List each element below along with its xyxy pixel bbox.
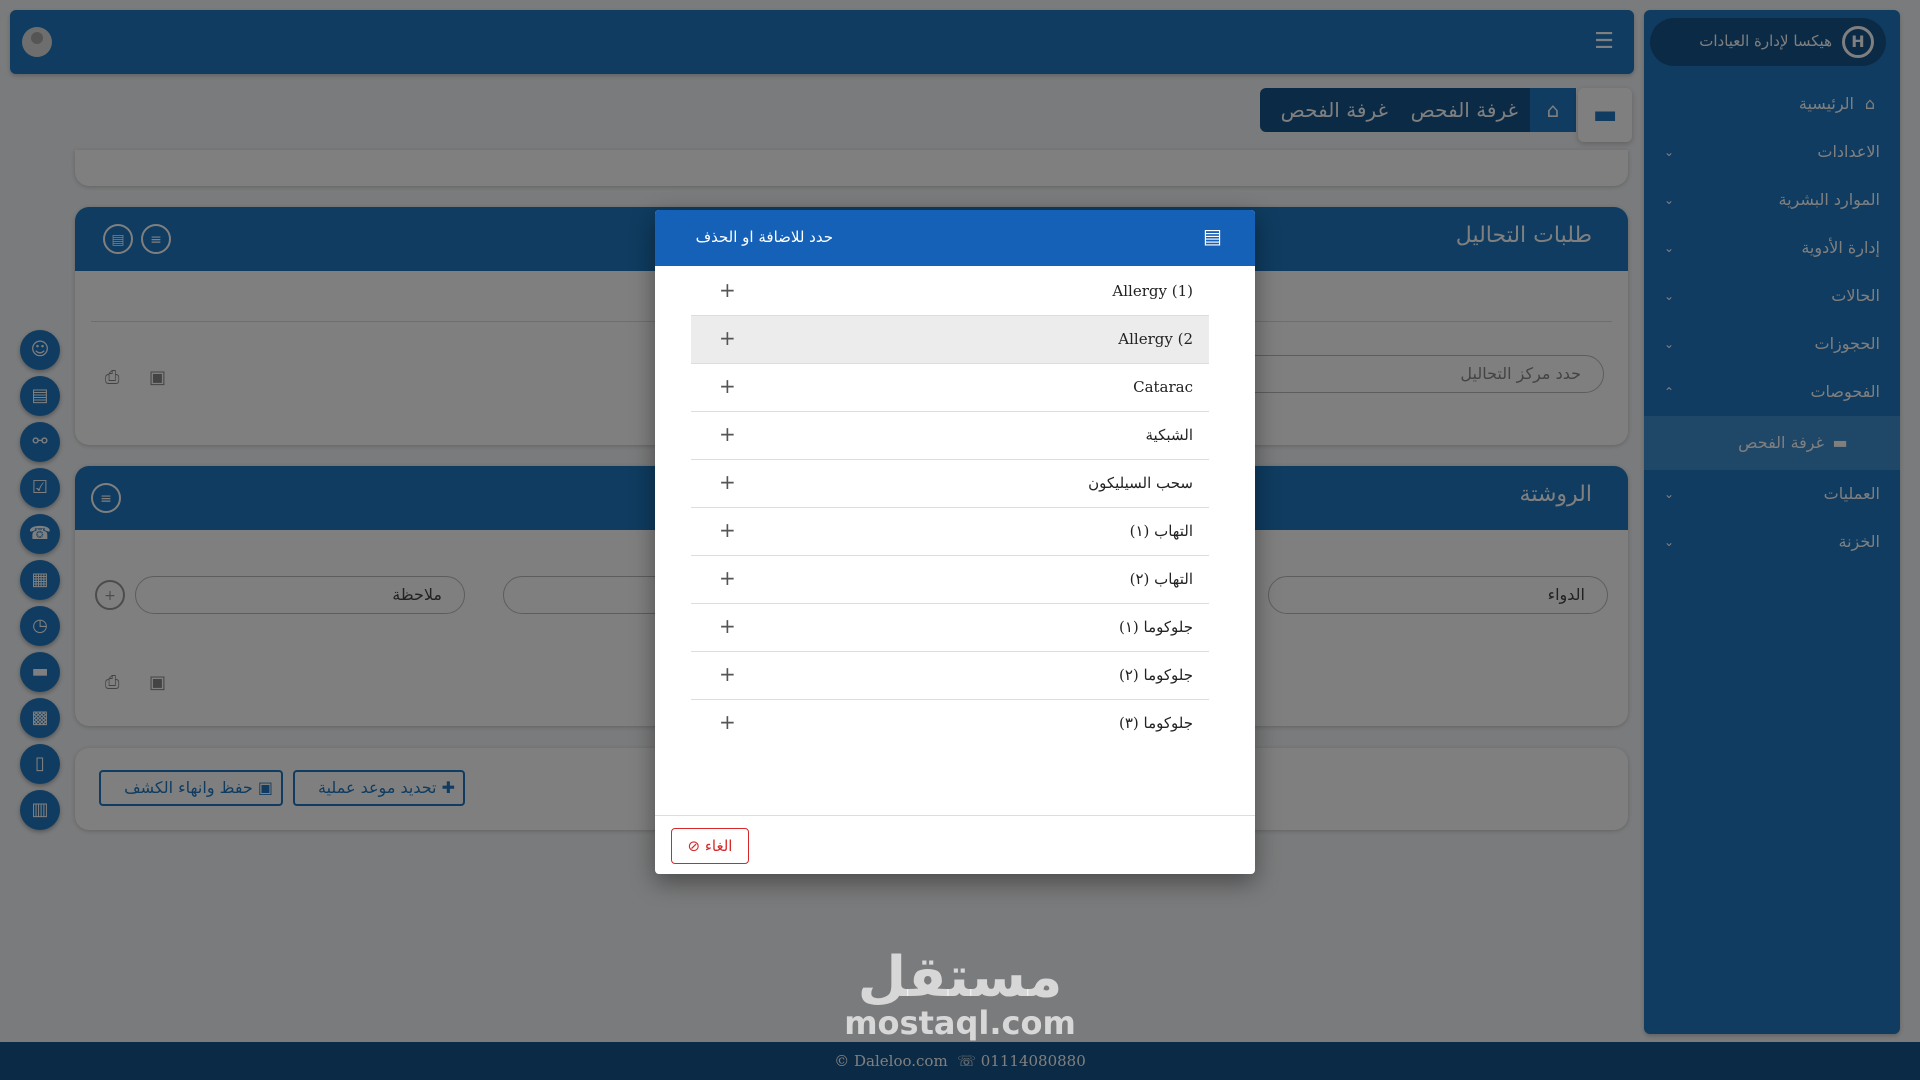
dialog-title: حدد للاضافة او الحذف [695,228,833,246]
dialog-footer: الغاء ⊘ [655,815,1255,874]
plus-icon[interactable]: + [719,566,736,590]
list-item-label: جلوكوما (١) [1118,618,1193,636]
list-item-label: Catarac [1133,378,1193,396]
list-item[interactable]: Allergy (1) + [691,268,1209,316]
cancel-label: الغاء [704,837,733,855]
list-item[interactable]: سحب السيليكون + [691,460,1209,508]
plus-icon[interactable]: + [719,326,736,350]
plus-icon[interactable]: + [719,518,736,542]
plus-icon[interactable]: + [719,710,736,734]
plus-icon[interactable]: + [719,470,736,494]
plus-icon[interactable]: + [719,278,736,302]
plus-icon[interactable]: + [719,374,736,398]
cancel-button[interactable]: الغاء ⊘ [671,828,749,864]
list-item[interactable]: الشبكية + [691,412,1209,460]
clipboard-icon: ▤ [1203,224,1222,248]
list-item[interactable]: جلوكوما (٢) + [691,652,1209,700]
list-item[interactable]: Allergy (2 + [691,316,1209,364]
watermark-latin: mostaql.com [844,1004,1076,1042]
list-item-label: Allergy (2 [1118,330,1193,348]
dialog-header: حدد للاضافة او الحذف ▤ [655,210,1255,266]
list-item[interactable]: التهاب (٢) + [691,556,1209,604]
list-item[interactable]: Catarac + [691,364,1209,412]
plus-icon[interactable]: + [719,662,736,686]
list-item[interactable]: جلوكوما (١) + [691,604,1209,652]
list-item-label: التهاب (١) [1129,522,1193,540]
list-item-label: جلوكوما (٣) [1118,714,1193,732]
select-dialog: حدد للاضافة او الحذف ▤ Allergy (1) + Alle… [655,210,1255,874]
list-item-label: الشبكية [1145,426,1194,444]
watermark-arabic: مستقل [857,945,1063,1010]
list-item-label: التهاب (٢) [1129,570,1193,588]
app-page: ☰ H هيكسا لإدارة العيادات ⌂الرئيسية الاع… [0,0,1920,1080]
list-item-label: سحب السيليكون [1088,474,1193,492]
plus-icon[interactable]: + [719,614,736,638]
dialog-list: Allergy (1) + Allergy (2 + Catarac + الشبكي… [691,268,1209,748]
ban-icon: ⊘ [687,837,701,855]
list-item-label: جلوكوما (٢) [1118,666,1193,684]
watermark: مستقل mostaql.com [840,950,1080,1042]
list-item[interactable]: جلوكوما (٣) + [691,700,1209,748]
list-item[interactable]: التهاب (١) + [691,508,1209,556]
list-item-label: Allergy (1) [1112,282,1193,300]
plus-icon[interactable]: + [719,422,736,446]
